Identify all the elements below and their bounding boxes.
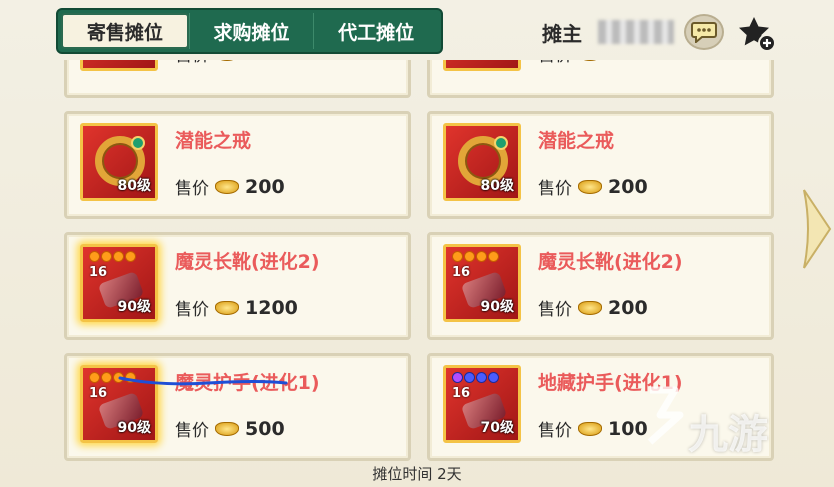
enhance-level: 16 xyxy=(89,265,108,280)
stall-time: 摊位时间 2天 xyxy=(372,465,462,483)
owner-name-redacted xyxy=(598,20,674,44)
stall-tabs: 寄售摊位 求购摊位 代工摊位 xyxy=(56,8,443,54)
item-icon: 80级 xyxy=(443,123,521,201)
item-price: 售价20 xyxy=(175,60,267,66)
top-bar: 寄售摊位 求购摊位 代工摊位 摊主 xyxy=(0,0,834,62)
evolution-stars xyxy=(89,251,136,262)
item-card[interactable]: 16 90级 魔灵长靴(进化2) 售价 1200 xyxy=(64,232,411,340)
chat-button[interactable] xyxy=(684,14,724,50)
item-icon: 16 90级 xyxy=(80,244,158,322)
speech-bubble-icon xyxy=(691,22,717,43)
gold-ingot-icon xyxy=(215,300,239,315)
item-level: 90级 xyxy=(117,420,151,436)
item-name: 潜能之戒 xyxy=(175,130,252,152)
next-page-arrow-icon[interactable] xyxy=(798,186,834,272)
item-level: 70级 xyxy=(480,420,514,436)
owner-label: 摊主 xyxy=(542,22,582,46)
item-icon xyxy=(443,60,521,71)
gold-ingot-icon xyxy=(578,300,602,315)
tab-consignment[interactable]: 寄售摊位 xyxy=(61,13,189,49)
item-level: 80级 xyxy=(117,178,151,194)
item-name: 魔灵长靴(进化2) xyxy=(175,251,320,273)
gold-ingot-icon xyxy=(215,421,239,436)
item-price: 售价 200 xyxy=(538,175,648,200)
item-card[interactable]: 80级 潜能之戒 售价 200 xyxy=(427,111,774,219)
tab-purchase[interactable]: 求购摊位 xyxy=(188,13,314,49)
item-icon: 16 90级 xyxy=(443,244,521,322)
item-icon: 80级 xyxy=(80,123,158,201)
item-price: 售价 500 xyxy=(175,417,285,442)
evolution-stars xyxy=(452,372,499,383)
item-card[interactable]: 16 90级 魔灵长靴(进化2) 售价 200 xyxy=(427,232,774,340)
gem-icon xyxy=(131,136,145,150)
item-card[interactable]: 16 90级 魔灵护手(进化1) 售价 500 xyxy=(64,353,411,461)
item-level: 80级 xyxy=(480,178,514,194)
item-price: 售价 1200 xyxy=(175,296,298,321)
gold-ingot-icon xyxy=(578,60,602,61)
item-level: 90级 xyxy=(480,299,514,315)
enhance-level: 16 xyxy=(89,386,108,401)
gem-icon xyxy=(494,136,508,150)
item-card-partial[interactable]: 售价6 xyxy=(427,60,774,98)
tab-crafting[interactable]: 代工摊位 xyxy=(313,13,438,49)
gold-ingot-icon xyxy=(215,60,239,61)
item-level: 90级 xyxy=(117,299,151,315)
item-name: 潜能之戒 xyxy=(538,130,615,152)
watermark-text: 九游 xyxy=(688,412,768,458)
item-price: 售价 200 xyxy=(538,296,648,321)
gold-ingot-icon xyxy=(215,179,239,194)
item-icon xyxy=(80,60,158,71)
price-underline-annotation xyxy=(118,376,288,386)
evolution-stars xyxy=(452,251,499,262)
item-icon: 16 70级 xyxy=(443,365,521,443)
favorite-add-icon[interactable] xyxy=(736,14,778,54)
item-price: 售价 200 xyxy=(175,175,285,200)
item-name: 魔灵长靴(进化2) xyxy=(538,251,683,273)
enhance-level: 16 xyxy=(452,386,471,401)
gold-ingot-icon xyxy=(578,179,602,194)
item-card[interactable]: 80级 潜能之戒 售价 200 xyxy=(64,111,411,219)
gold-ingot-icon xyxy=(578,421,602,436)
enhance-level: 16 xyxy=(452,265,471,280)
item-price: 售价6 xyxy=(538,60,619,66)
item-card-partial[interactable]: 售价20 xyxy=(64,60,411,98)
